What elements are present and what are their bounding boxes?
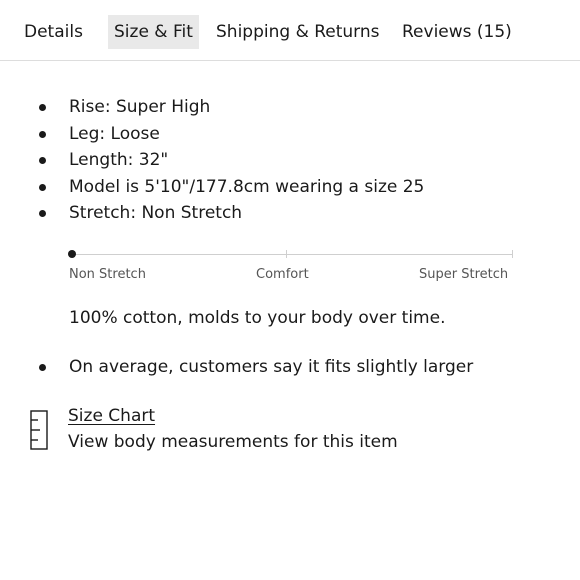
spec-text: Length: 32" [69, 150, 169, 170]
tab-size-fit[interactable]: Size & Fit [108, 15, 199, 49]
tab-details[interactable]: Details [24, 15, 83, 49]
spec-text: Stretch: Non Stretch [69, 203, 243, 223]
bullet-icon [39, 364, 46, 371]
material-note: 100% cotton, molds to your body over tim… [69, 308, 446, 328]
bullet-icon [39, 184, 46, 191]
bullet-icon [39, 104, 46, 111]
fit-note: On average, customers say it fits slight… [69, 357, 474, 377]
stretch-scale [68, 250, 513, 258]
size-chart-link[interactable]: Size Chart [68, 403, 155, 429]
tab-reviews[interactable]: Reviews (15) [402, 15, 512, 49]
spec-text: Rise: Super High [69, 97, 211, 117]
scale-label-comfort: Comfort [256, 267, 309, 282]
size-chart-subtitle: View body measurements for this item [68, 432, 398, 452]
bullet-icon [39, 157, 46, 164]
tab-bar: Details Size & Fit Shipping & Returns Re… [0, 0, 580, 61]
scale-label-non-stretch: Non Stretch [69, 267, 146, 282]
bullet-icon [39, 210, 46, 217]
scale-tick [512, 250, 513, 258]
bullet-icon [39, 131, 46, 138]
scale-label-super-stretch: Super Stretch [419, 267, 509, 282]
spec-text: Model is 5'10"/177.8cm wearing a size 25 [69, 177, 425, 197]
ruler-icon[interactable] [30, 410, 48, 450]
tab-shipping-returns[interactable]: Shipping & Returns [216, 15, 380, 49]
stretch-indicator [68, 250, 76, 258]
spec-text: Leg: Loose [69, 124, 160, 144]
scale-tick [286, 250, 287, 258]
